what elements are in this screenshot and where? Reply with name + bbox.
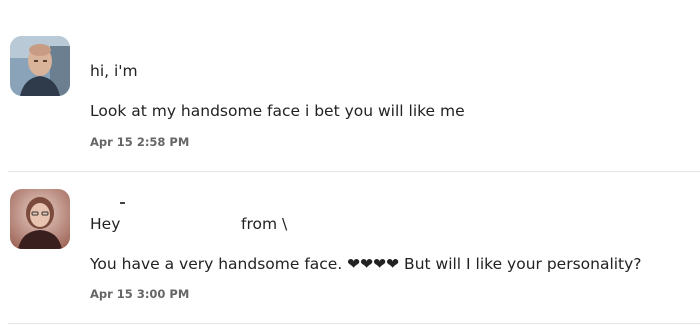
message-divider (8, 323, 700, 324)
message-timestamp: Apr 15 2:58 PM (90, 135, 190, 149)
sender-avatar[interactable] (10, 36, 70, 96)
message-body: You have a very handsome face. ❤❤❤❤ But … (90, 255, 642, 273)
message-thread: hi, i'm Look at my handsome face i bet y… (0, 0, 700, 325)
message-greeting: hi, i'm (90, 62, 138, 80)
redacted-mark (120, 202, 125, 204)
woman-avatar-icon (10, 189, 70, 249)
sender-avatar[interactable] (10, 189, 70, 249)
man-avatar-icon (10, 36, 70, 96)
greeting-hey: Hey (90, 215, 121, 233)
message-item: hi, i'm Look at my handsome face i bet y… (0, 0, 700, 172)
message-greeting: Hey from \ (90, 214, 287, 234)
message-timestamp: Apr 15 3:00 PM (90, 287, 190, 301)
greeting-from: from \ (241, 215, 288, 233)
message-body: Look at my handsome face i bet you will … (90, 102, 465, 120)
message-item: Hey from \ You have a very handsome face… (0, 172, 700, 325)
